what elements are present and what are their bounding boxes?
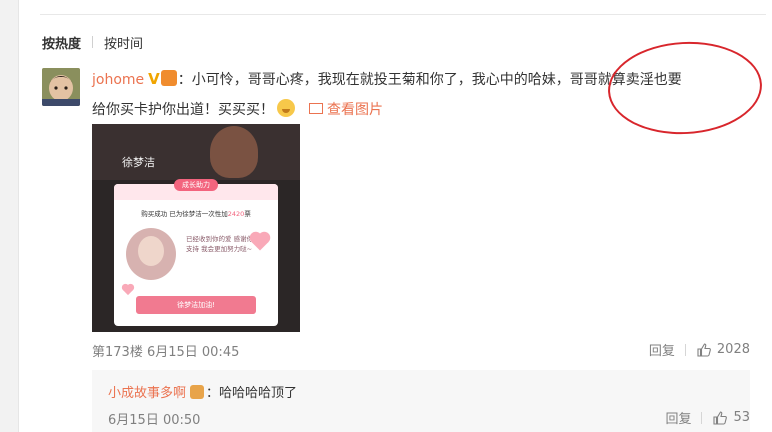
view-picture-label: 查看图片 (327, 102, 383, 118)
comment-actions: 回复 2028 (649, 340, 750, 359)
comment-like-count: 2028 (716, 342, 750, 357)
reply-box: 小成故事多啊 ：哈哈哈哈顶了 6月15日 00:50 回复 53 (92, 370, 750, 432)
verified-v-icon: V (148, 70, 160, 88)
thumbs-up-icon (713, 410, 728, 425)
vote-count: 2420 (227, 210, 245, 218)
top-divider (40, 14, 766, 15)
thumbnail-header (92, 124, 300, 180)
reply-text: ：哈哈哈哈顶了 (206, 386, 298, 401)
sort-bar: 按热度 按时间 (42, 32, 143, 52)
modal-photo (126, 228, 176, 280)
avatar[interactable] (42, 68, 80, 106)
heart-icon (122, 284, 134, 296)
thumbnail-portrait (210, 126, 258, 178)
comment-floor-time: 第173楼 6月15日 00:45 (92, 345, 240, 360)
sort-by-time-tab[interactable]: 按时间 (104, 33, 143, 52)
comment-text-line1: ：小可怜，哥哥心疼，我现在就投王菊和你了，我心中的哈妹，哥哥就算卖淫也要 (177, 72, 682, 88)
success-text: 购买成功 已为徐梦洁一次性加 (141, 210, 228, 218)
comment-meta-row: 第173楼 6月15日 00:45 回复 2028 (92, 340, 750, 360)
reply-reply-button[interactable]: 回复 (665, 408, 691, 427)
reply-body: 小成故事多啊 ：哈哈哈哈顶了 (108, 382, 297, 401)
sort-by-hot-tab[interactable]: 按热度 (42, 33, 81, 52)
view-picture-link[interactable]: 查看图片 (309, 102, 383, 118)
reply-time: 6月15日 00:50 (108, 413, 201, 428)
thumbnail-name: 徐梦洁 (122, 156, 155, 169)
comment-like-button[interactable]: 2028 (696, 342, 750, 358)
avatar-photo-icon (42, 68, 80, 106)
reply-member-badge-icon (190, 385, 205, 399)
laughing-emoji-icon (277, 99, 295, 117)
comment-text-line2: 给你买卡护你出道！买买买！ (92, 102, 274, 118)
picture-icon (309, 103, 323, 114)
reply-like-count: 53 (733, 410, 750, 425)
comment-body: johome V ：小可怜，哥哥心疼，我现在就投王菊和你了，我心中的哈妹，哥哥就算卖… (92, 64, 752, 125)
modal-success-line: 购买成功 已为徐梦洁一次性加2420票 (122, 208, 270, 218)
thumbs-up-icon (697, 342, 711, 357)
modal-cheer-button: 徐梦洁加油! (136, 296, 256, 314)
reply-username[interactable]: 小成故事多啊 (108, 386, 186, 401)
reply-meta-row: 6月15日 00:50 回复 53 (108, 408, 750, 428)
member-badge-icon (160, 70, 177, 86)
purchase-modal: 成长助力 购买成功 已为徐梦洁一次性加2420票 已经收到你的爱 感谢你的支持 … (114, 179, 278, 326)
weibo-comments-page: 按热度 按时间 johome V ：小可怜，哥哥心疼，我现在就投王菊和你了，我心中的… (0, 0, 772, 432)
comment-username[interactable]: johome (92, 72, 144, 88)
vote-unit: 票 (244, 210, 251, 218)
modal-tag: 成长助力 (174, 179, 218, 191)
comment-image-thumbnail[interactable]: 徐梦洁 成长助力 购买成功 已为徐梦洁一次性加2420票 已经收到你的爱 感谢你… (92, 124, 300, 332)
reply-actions: 回复 53 (665, 408, 750, 427)
reply-like-button[interactable]: 53 (712, 410, 750, 426)
actions-divider (684, 343, 686, 356)
sort-divider (92, 36, 94, 48)
comment-reply-button[interactable]: 回复 (649, 340, 675, 359)
actions-divider (701, 411, 703, 424)
